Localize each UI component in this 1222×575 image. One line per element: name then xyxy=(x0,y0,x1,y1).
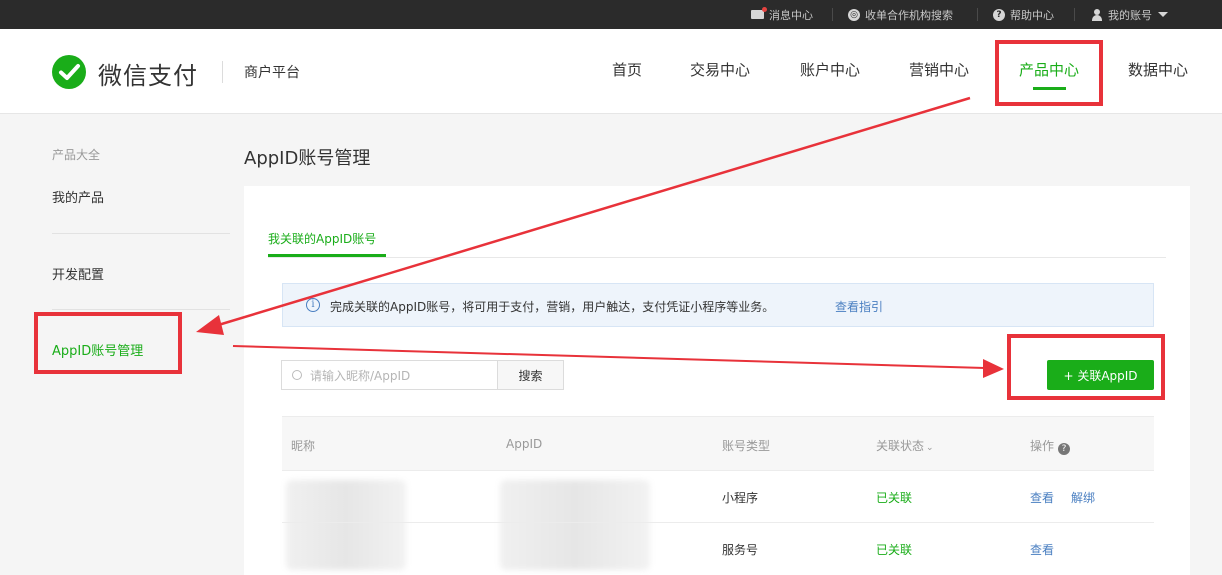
chevron-down-icon: ⌄ xyxy=(926,443,934,453)
tab-divider xyxy=(268,257,1166,258)
sidebar-divider xyxy=(52,309,230,310)
question-icon: ? xyxy=(993,8,1005,21)
nav-marketing-center[interactable]: 营销中心 xyxy=(909,59,969,80)
sidebar-item-dev-config[interactable]: 开发配置 xyxy=(52,264,104,283)
sidebar-divider xyxy=(52,233,230,234)
column-link-status[interactable]: 关联状态 ⌄ xyxy=(876,437,934,454)
info-icon: i xyxy=(306,298,320,312)
user-icon xyxy=(1091,8,1103,21)
row-1-type: 小程序 xyxy=(722,491,759,505)
divider xyxy=(977,8,978,21)
row-divider xyxy=(282,522,1154,523)
nav-data-center[interactable]: 数据中心 xyxy=(1128,59,1188,80)
blurred-nickname xyxy=(286,480,406,570)
platform-name: 商户平台 xyxy=(244,65,300,81)
row-1-status: 已关联 xyxy=(876,491,913,505)
arrow-head-to-menu xyxy=(196,315,224,335)
row-2-view-link[interactable]: 查看 xyxy=(1030,541,1054,558)
search-circle-icon: ◎ xyxy=(848,8,860,21)
info-notice: i 完成关联的AppID账号，将可用于支付，营销，用户触达，支付凭证小程序等业务… xyxy=(282,283,1154,327)
logo-text: 微信支付 xyxy=(98,62,198,90)
caret-down-icon xyxy=(1158,12,1168,17)
message-center-link[interactable]: 消息中心 xyxy=(751,0,813,29)
nav-trade-center[interactable]: 交易中心 xyxy=(690,59,750,80)
column-account-type: 账号类型 xyxy=(722,439,771,453)
highlight-box-add-appid xyxy=(1007,334,1165,400)
divider xyxy=(832,8,833,21)
tab-linked-appid[interactable]: 我关联的AppID账号 xyxy=(268,230,376,247)
search-button[interactable]: 搜索 xyxy=(497,360,564,390)
top-bar: 消息中心 ◎ 收单合作机构搜索 ? 帮助中心 我的账号 xyxy=(0,0,1222,29)
nav-account-center[interactable]: 账户中心 xyxy=(800,59,860,80)
sidebar-item-my-products[interactable]: 我的产品 xyxy=(52,187,104,206)
view-guide-link[interactable]: 查看指引 xyxy=(835,298,883,315)
highlight-box-product-center xyxy=(995,40,1103,106)
org-search-link[interactable]: ◎ 收单合作机构搜索 xyxy=(848,0,953,29)
my-account-menu[interactable]: 我的账号 xyxy=(1091,0,1168,29)
column-appid: AppID xyxy=(506,437,543,451)
row-divider xyxy=(282,470,1154,471)
help-icon[interactable]: ? xyxy=(1058,443,1071,455)
table-header: 昵称 AppID 账号类型 关联状态 ⌄ 操作? xyxy=(282,416,1154,470)
search-box xyxy=(281,360,498,390)
logo-divider xyxy=(222,61,223,83)
blurred-appid xyxy=(500,480,650,570)
row-1-view-link[interactable]: 查看 xyxy=(1030,489,1054,506)
page-title: AppID账号管理 xyxy=(244,148,371,169)
row-1-unbind-link[interactable]: 解绑 xyxy=(1071,489,1095,506)
row-2-status: 已关联 xyxy=(876,543,913,557)
column-nickname: 昵称 xyxy=(291,439,316,453)
help-center-link[interactable]: ? 帮助中心 xyxy=(993,0,1054,29)
wechat-pay-logo-icon xyxy=(52,55,86,89)
row-2-type: 服务号 xyxy=(722,543,759,557)
mail-icon xyxy=(751,7,767,19)
sidebar-group-title: 产品大全 xyxy=(52,148,101,162)
search-icon xyxy=(292,370,302,380)
notice-text: 完成关联的AppID账号，将可用于支付，营销，用户触达，支付凭证小程序等业务。 xyxy=(330,300,775,314)
nav-home[interactable]: 首页 xyxy=(612,59,642,80)
search-input[interactable] xyxy=(310,367,490,385)
divider xyxy=(1074,8,1075,21)
column-actions: 操作? xyxy=(1030,437,1071,455)
highlight-box-appid-menu xyxy=(34,312,182,374)
